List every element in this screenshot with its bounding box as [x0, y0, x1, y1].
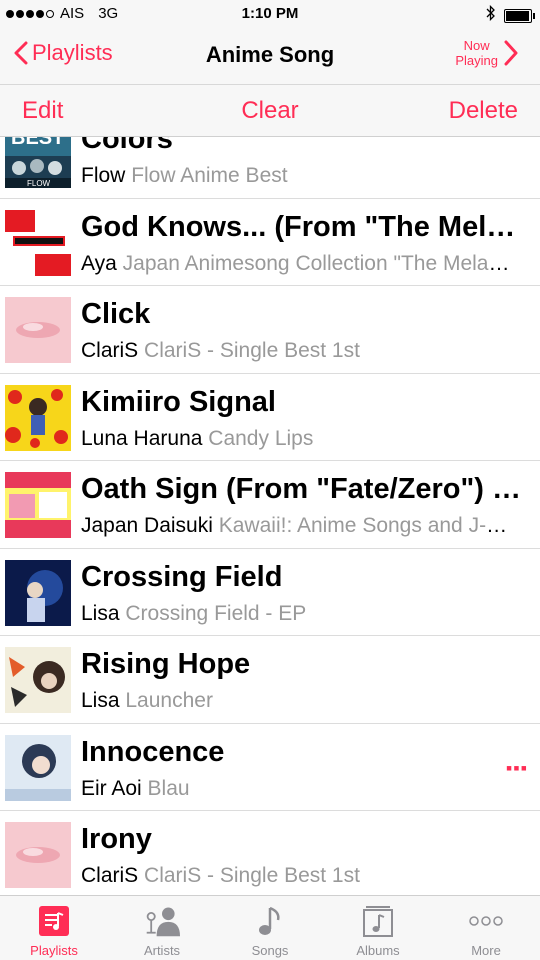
- song-title: Oath Sign (From "Fate/Zero") [TV Size]: [81, 473, 526, 505]
- album-art: [5, 472, 71, 538]
- tab-more[interactable]: More: [432, 896, 540, 960]
- status-right: [486, 4, 535, 26]
- song-artist: Flow: [81, 164, 126, 187]
- song-subtitle: Lisa Crossing Field - EP: [81, 602, 521, 626]
- song-title: Colors: [81, 137, 173, 155]
- playlist-action-bar: Clear Edit Delete: [0, 85, 540, 137]
- tab-label: More: [471, 943, 501, 958]
- tab-label: Artists: [143, 943, 181, 958]
- albums-icon: [360, 903, 396, 939]
- song-subtitle: Luna Haruna Candy Lips: [81, 427, 521, 451]
- song-row[interactable]: Rising Hope Lisa Launcher: [0, 636, 540, 724]
- song-row[interactable]: God Knows... (From "The Melancholy of Ha…: [0, 199, 540, 286]
- album-art: BEST FLOW: [5, 137, 71, 188]
- song-artist: Lisa: [81, 689, 120, 712]
- tab-playlists[interactable]: Playlists: [0, 896, 108, 960]
- song-album: Blau: [147, 776, 190, 800]
- song-album: Kawaii!: Anime Songs and J-Pops: [218, 514, 521, 537]
- tab-label: Playlists: [30, 943, 78, 958]
- song-album: ClariS - Single Best 1st: [144, 864, 360, 887]
- song-row[interactable]: Oath Sign (From "Fate/Zero") [TV Size] J…: [0, 461, 540, 549]
- song-album: Launcher: [125, 689, 213, 712]
- song-album: Candy Lips: [208, 426, 314, 450]
- song-artist: Japan Daisuki: [81, 514, 213, 537]
- album-art: [5, 297, 71, 363]
- battery-icon: [504, 8, 535, 23]
- song-title: Kimiiro Signal: [81, 385, 276, 418]
- now-playing-button[interactable]: Now Playing: [455, 38, 518, 68]
- tab-albums[interactable]: Albums: [324, 896, 432, 960]
- song-artist: Eir Aoi: [81, 776, 142, 800]
- more-options-icon[interactable]: ▪▪▪: [506, 758, 528, 779]
- artists-icon: [144, 903, 180, 939]
- status-time: 1:10 PM: [241, 5, 299, 22]
- svg-text:BEST: BEST: [11, 137, 64, 149]
- song-row[interactable]: Kimiiro Signal Luna Haruna Candy Lips: [0, 374, 540, 461]
- song-album: Crossing Field - EP: [125, 601, 307, 625]
- song-title: Click: [81, 298, 151, 330]
- song-title: Crossing Field: [81, 560, 283, 593]
- album-art: [5, 822, 71, 888]
- tab-label: Songs: [251, 943, 289, 958]
- song-artist: Aya: [81, 251, 117, 275]
- songs-icon: [252, 903, 288, 939]
- edit-button[interactable]: Edit: [22, 97, 63, 125]
- chevron-right-icon: [504, 40, 518, 66]
- album-art: [5, 559, 71, 626]
- song-artist: ClariS: [81, 339, 139, 362]
- song-artist: ClariS: [81, 864, 139, 887]
- song-row[interactable]: Irony ClariS ClariS - Single Best 1st: [0, 811, 540, 895]
- more-icon: [468, 903, 504, 939]
- song-album: Japan Animesong Collection "The Melancho…: [122, 251, 521, 275]
- song-row[interactable]: BEST FLOW Colors Flow Flow Anime Best: [0, 137, 540, 199]
- delete-button[interactable]: Delete: [449, 97, 518, 125]
- tab-artists[interactable]: Artists: [108, 896, 216, 960]
- nav-bar: Playlists Anime Song Now Playing: [0, 28, 540, 85]
- status-bar: AIS 3G 1:10 PM: [0, 0, 540, 28]
- song-subtitle: Flow Flow Anime Best: [81, 164, 521, 188]
- tab-songs[interactable]: Songs: [216, 896, 324, 960]
- song-subtitle: Aya Japan Animesong Collection "The Mela…: [81, 252, 521, 276]
- song-artist: Luna Haruna: [81, 426, 203, 450]
- song-subtitle: ClariS ClariS - Single Best 1st: [81, 864, 521, 888]
- song-title: Innocence: [81, 735, 225, 768]
- song-subtitle: Eir Aoi Blau: [81, 777, 521, 801]
- song-row[interactable]: Click ClariS ClariS - Single Best 1st: [0, 286, 540, 374]
- song-subtitle: Lisa Launcher: [81, 689, 521, 713]
- song-album: Flow Anime Best: [131, 164, 288, 187]
- album-art: [5, 209, 71, 276]
- song-subtitle: ClariS ClariS - Single Best 1st: [81, 339, 521, 363]
- song-row[interactable]: Innocence Eir Aoi Blau ▪▪▪: [0, 724, 540, 811]
- song-row[interactable]: Crossing Field Lisa Crossing Field - EP: [0, 549, 540, 636]
- tab-label: Albums: [356, 943, 400, 958]
- svg-text:FLOW: FLOW: [27, 179, 51, 188]
- playlists-icon: [36, 903, 72, 939]
- album-art: [5, 734, 71, 801]
- tab-bar: Playlists Artists Songs Albums More: [0, 895, 540, 960]
- song-album: ClariS - Single Best 1st: [144, 339, 360, 362]
- song-title: Irony: [81, 823, 152, 855]
- song-artist: Lisa: [81, 601, 120, 625]
- song-title: God Knows... (From "The Melancholy of Ha…: [81, 210, 526, 243]
- song-subtitle: Japan Daisuki Kawaii!: Anime Songs and J…: [81, 514, 521, 538]
- song-title: Rising Hope: [81, 648, 251, 680]
- album-art: [5, 384, 71, 451]
- song-list[interactable]: BEST FLOW Colors Flow Flow Anime Best Go…: [0, 137, 540, 895]
- album-art: [5, 647, 71, 713]
- bluetooth-icon: [486, 4, 496, 26]
- now-playing-label: Now Playing: [455, 38, 498, 68]
